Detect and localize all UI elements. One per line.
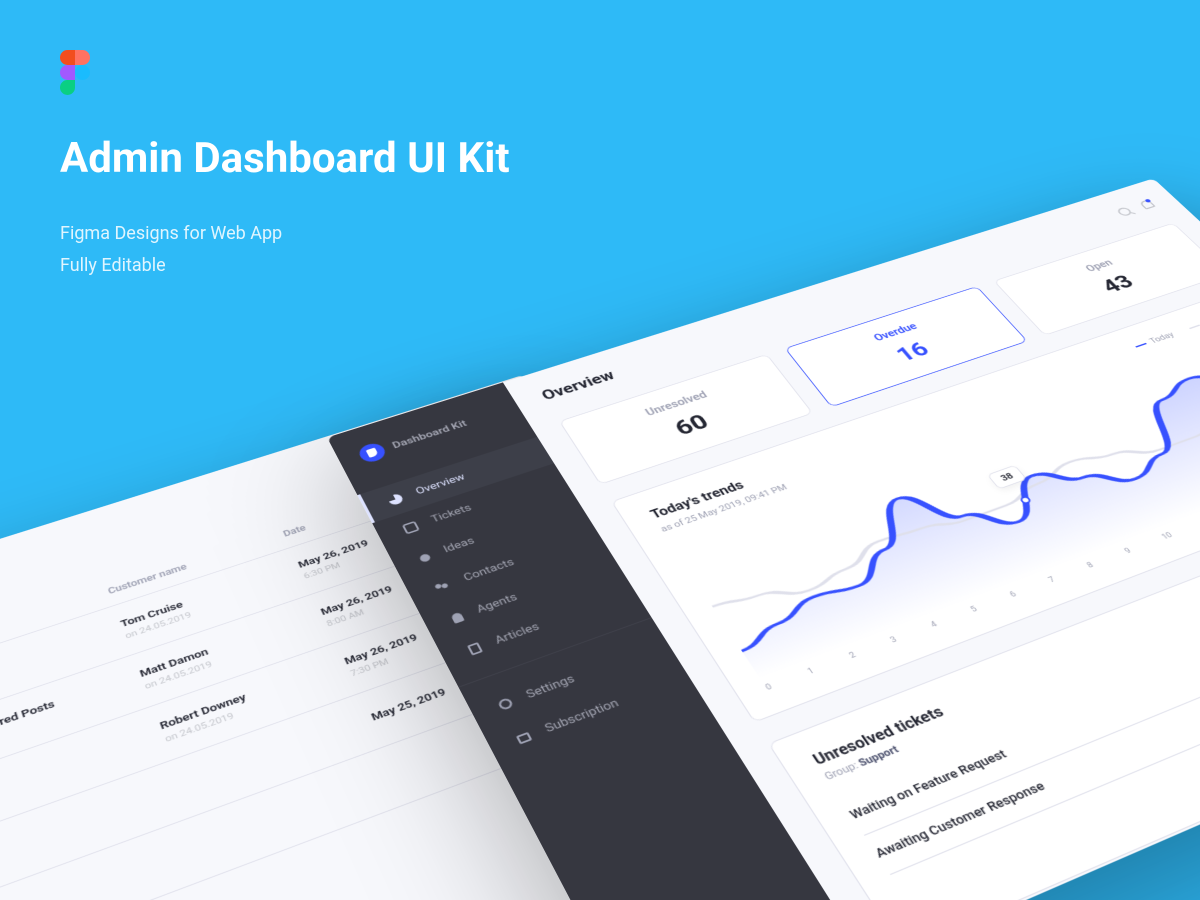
- sidebar-item-label: Settings: [524, 673, 577, 702]
- search-icon[interactable]: [1115, 206, 1133, 217]
- page-title: Overview: [538, 367, 618, 403]
- legend-today: Today: [1132, 330, 1176, 350]
- gear-icon: [497, 697, 514, 711]
- agent-icon: [450, 611, 464, 623]
- doc-icon: [467, 642, 483, 656]
- brand-logo-icon: [356, 441, 388, 465]
- sidebar-item-label: Articles: [493, 621, 542, 647]
- sidebar-item-label: Tickets: [429, 502, 473, 525]
- sidebar-item-label: Ideas: [441, 535, 476, 555]
- figma-logo-icon: [60, 50, 90, 94]
- sidebar-item-label: Contacts: [462, 557, 517, 584]
- people-icon: [433, 579, 452, 593]
- legend-yesterday: Yesterday: [1186, 308, 1200, 332]
- promo-hero: Admin Dashboard UI Kit Figma Designs for…: [60, 50, 510, 283]
- hero-title: Admin Dashboard UI Kit: [60, 134, 510, 183]
- sidebar-item-contacts[interactable]: Contacts: [403, 518, 607, 612]
- sidebar-item-label: Agents: [475, 591, 520, 615]
- sidebar-item-label: Overview: [414, 472, 467, 497]
- brand-name: Dashboard Kit: [390, 418, 468, 450]
- bulb-icon: [418, 553, 431, 563]
- pie-icon: [386, 492, 404, 505]
- notification-bell-icon[interactable]: [1138, 199, 1155, 209]
- sidebar-item-agents[interactable]: Agents: [419, 547, 626, 644]
- hero-line2: Fully Editable: [60, 255, 166, 276]
- trends-title: Today's trends: [648, 467, 781, 522]
- sub-icon: [516, 731, 532, 744]
- sidebar-item-subscription[interactable]: Subscription: [482, 660, 699, 768]
- hero-line1: Figma Designs for Web App: [60, 223, 282, 244]
- sidebar-item-label: Subscription: [543, 697, 622, 736]
- ticket-icon: [402, 520, 420, 534]
